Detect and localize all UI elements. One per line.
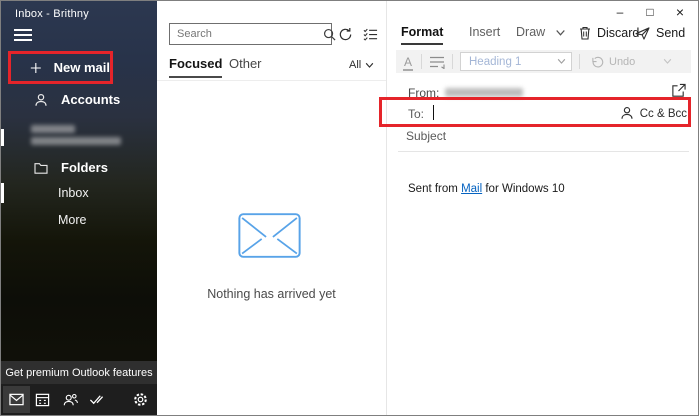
undo-options-chevron-icon[interactable]: [663, 58, 672, 65]
accounts-header[interactable]: Accounts: [34, 92, 120, 107]
choose-contacts-icon[interactable]: [620, 106, 634, 120]
mail-app-window: Inbox - Brithny New mail Accounts Folder…: [0, 0, 699, 416]
tab-insert[interactable]: Insert: [469, 25, 500, 39]
style-dropdown-value: Heading 1: [469, 56, 521, 68]
maximize-button[interactable]: □: [635, 1, 665, 23]
inbox-selection-bar: [1, 183, 4, 203]
font-button-label: A: [403, 55, 413, 71]
sidebar-item-more[interactable]: More: [58, 213, 86, 227]
sidebar: Inbox - Brithny New mail Accounts Folder…: [1, 1, 157, 415]
font-formatting-button[interactable]: A: [398, 55, 418, 69]
sync-icon[interactable]: [338, 27, 353, 42]
paragraph-formatting-icon[interactable]: [429, 55, 445, 69]
person-icon: [34, 93, 48, 107]
tab-format[interactable]: Format: [401, 25, 443, 45]
tab-draw[interactable]: Draw: [516, 25, 545, 39]
empty-state-message: Nothing has arrived yet: [157, 287, 386, 301]
send-label: Send: [656, 26, 685, 40]
to-field[interactable]: To: Cc & Bcc: [387, 101, 699, 127]
toolbar-divider: [579, 54, 580, 69]
blurred-from-address: [445, 88, 523, 97]
premium-banner[interactable]: Get premium Outlook features: [1, 361, 157, 384]
people-icon[interactable]: [63, 392, 78, 407]
new-mail-button[interactable]: New mail: [8, 51, 113, 84]
tab-focused[interactable]: Focused: [169, 56, 222, 78]
select-messages-icon[interactable]: [363, 27, 378, 42]
compose-panel: – □ × Format Insert Draw Discard: [387, 1, 699, 415]
tabs-divider: [157, 80, 386, 81]
subject-input[interactable]: [406, 129, 676, 143]
minimize-button[interactable]: –: [605, 1, 635, 23]
settings-icon[interactable]: [133, 392, 148, 407]
signature-line: Sent from Mail for Windows 10: [408, 183, 565, 195]
subject-row: [387, 127, 699, 151]
folders-header[interactable]: Folders: [34, 160, 108, 175]
hamburger-menu-icon[interactable]: [14, 29, 32, 41]
style-dropdown[interactable]: Heading 1: [460, 52, 572, 71]
folders-label: Folders: [61, 160, 108, 175]
accounts-label: Accounts: [61, 92, 120, 107]
from-row[interactable]: From:: [387, 83, 699, 101]
window-title: Inbox - Brithny: [15, 8, 89, 20]
send-icon: [635, 27, 650, 40]
ribbon-overflow-chevron-icon[interactable]: [555, 29, 566, 37]
folder-icon: [34, 162, 48, 174]
close-button[interactable]: ×: [665, 1, 695, 23]
toolbar-divider: [452, 54, 453, 69]
compose-ribbon: Format Insert Draw Discard Send: [387, 25, 699, 47]
search-input[interactable]: [170, 28, 323, 40]
from-label: From:: [408, 86, 439, 100]
signature-prefix: Sent from: [408, 183, 461, 195]
new-mail-label: New mail: [54, 60, 110, 75]
cc-bcc-link[interactable]: Cc & Bcc: [640, 108, 687, 120]
search-icon[interactable]: [323, 28, 336, 41]
mail-link[interactable]: Mail: [461, 183, 482, 195]
window-controls: – □ ×: [605, 1, 695, 23]
discard-button[interactable]: Discard: [579, 23, 639, 43]
sidebar-item-inbox[interactable]: Inbox: [58, 186, 89, 200]
todo-icon[interactable]: [89, 392, 104, 407]
message-body-editor[interactable]: Sent from Mail for Windows 10: [387, 152, 699, 415]
message-list-panel: Focused Other All Nothing has arrived ye…: [157, 1, 386, 415]
chevron-down-icon: [557, 58, 566, 65]
filter-all-label: All: [349, 59, 361, 71]
format-toolbar: A Heading 1 Undo: [396, 50, 691, 73]
blurred-account-email: [31, 137, 121, 145]
search-box: [169, 23, 332, 45]
send-button[interactable]: Send: [635, 23, 685, 43]
trash-icon: [579, 26, 591, 40]
calendar-icon[interactable]: [35, 392, 50, 407]
discard-label: Discard: [597, 26, 639, 40]
filter-all-dropdown[interactable]: All: [349, 59, 374, 71]
bottom-nav: [1, 384, 157, 415]
open-in-new-window-icon[interactable]: [671, 83, 686, 98]
blurred-account-name: [31, 125, 75, 133]
toolbar-divider: [421, 54, 422, 69]
tab-other[interactable]: Other: [229, 56, 262, 71]
text-cursor: [433, 105, 434, 120]
to-label: To:: [408, 107, 424, 121]
account-selection-bar: [1, 129, 4, 146]
chevron-down-icon: [365, 62, 374, 69]
signature-suffix: for Windows 10: [482, 183, 564, 195]
undo-label: Undo: [609, 56, 635, 68]
mail-icon[interactable]: [9, 392, 24, 407]
undo-icon: [591, 56, 604, 68]
plus-icon: [30, 61, 42, 75]
empty-envelope-icon: [238, 213, 301, 258]
undo-button[interactable]: Undo: [591, 56, 635, 68]
